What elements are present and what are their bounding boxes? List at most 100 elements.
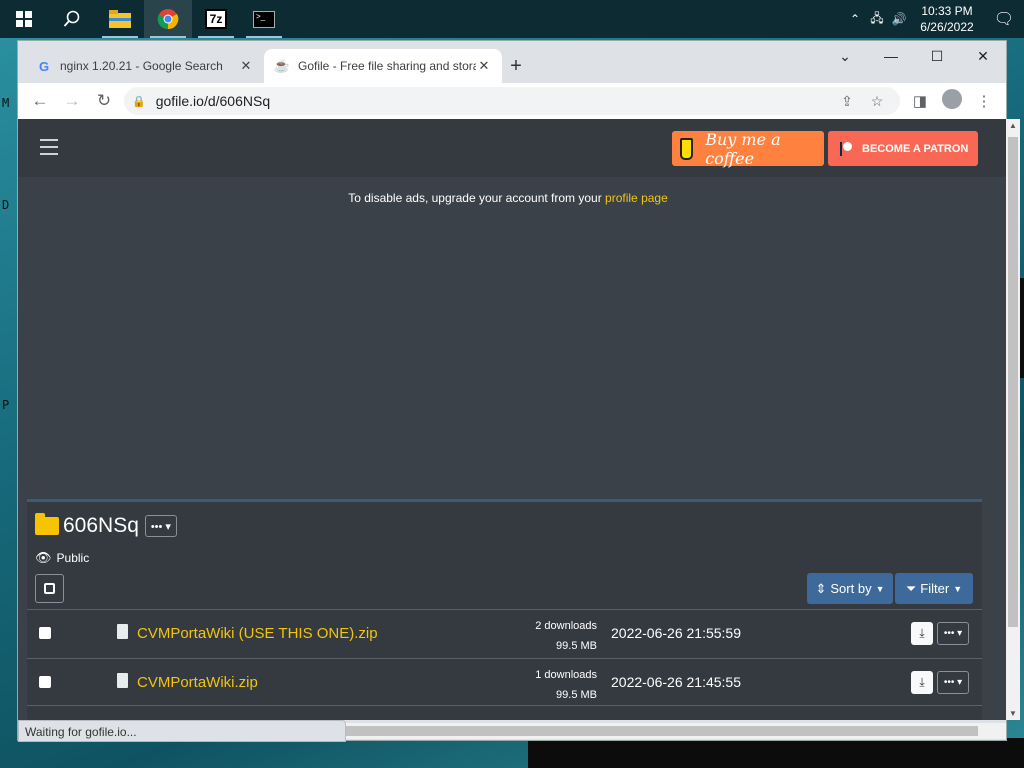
close-icon[interactable]: ✕ xyxy=(238,58,254,74)
notification-icon[interactable]: 🗨 xyxy=(984,9,1024,29)
download-icon: ⤓ xyxy=(919,626,925,640)
folder-icon xyxy=(109,10,131,28)
folder-header: 606NSq ••• ▾ xyxy=(35,513,177,538)
volume-icon[interactable]: 🔊 xyxy=(888,12,910,26)
file-size: 99.5 MB xyxy=(556,689,597,701)
bookmark-star-icon[interactable]: ☆ xyxy=(862,93,892,110)
forward-button[interactable]: → xyxy=(56,87,88,115)
tab-strip: G nginx 1.20.21 - Google Search ✕ ☕ Gofi… xyxy=(18,41,1006,83)
taskbar-chrome[interactable] xyxy=(144,0,192,38)
file-checkbox[interactable] xyxy=(39,676,51,688)
scroll-up-icon[interactable]: ▲ xyxy=(1006,121,1020,130)
file-checkbox[interactable] xyxy=(39,627,51,639)
file-options-button[interactable]: ••• ▾ xyxy=(937,671,969,694)
folder-card: 606NSq ••• ▾ 👁 Public ⇕ Sort by ▼ ⏷ Filt… xyxy=(27,499,982,720)
table-row: CVMPortaWiki.zip 1 downloads 99.5 MB 202… xyxy=(27,658,982,706)
back-button[interactable]: ← xyxy=(24,87,56,115)
file-zip-icon xyxy=(117,624,128,639)
visibility-label: Public xyxy=(56,551,90,565)
eye-icon: 👁 xyxy=(35,550,52,565)
desktop-text-fragment: D xyxy=(2,198,10,212)
buy-me-a-coffee-button[interactable]: Buy me a coffee xyxy=(672,129,824,168)
gofile-favicon-icon: ☕ xyxy=(273,58,291,73)
file-meta: 2 downloads 99.5 MB xyxy=(517,616,597,656)
download-button[interactable]: ⤓ xyxy=(911,622,933,645)
caret-down-icon: ▼ xyxy=(953,583,963,594)
google-icon: G xyxy=(38,58,50,74)
coffee-cup-icon xyxy=(680,137,694,160)
tab-title: Gofile - Free file sharing and storage xyxy=(298,59,476,73)
select-all-checkbox[interactable] xyxy=(35,574,64,603)
chevron-up-icon[interactable]: ⌃ xyxy=(844,12,866,26)
network-icon[interactable]: 🖧 xyxy=(866,9,888,30)
reload-button[interactable]: ↻ xyxy=(88,87,120,115)
taskbar-file-explorer[interactable] xyxy=(96,0,144,38)
hamburger-menu-icon[interactable] xyxy=(40,139,58,160)
chrome-window: G nginx 1.20.21 - Google Search ✕ ☕ Gofi… xyxy=(17,40,1020,742)
sort-by-button[interactable]: ⇕ Sort by ▼ xyxy=(807,573,893,604)
profile-avatar[interactable] xyxy=(936,89,968,113)
clock-time: 10:33 PM xyxy=(921,4,973,18)
folder-options-button[interactable]: ••• ▾ xyxy=(144,515,177,537)
file-size: 99.5 MB xyxy=(556,640,597,652)
side-panel-icon[interactable]: ◨ xyxy=(904,92,936,110)
taskbar: 7z >_ ⌃ 🖧 🔊 10:33 PM 6/26/2022 🗨 xyxy=(0,0,1024,38)
filter-icon: ⏷ xyxy=(905,580,917,596)
menu-kebab-icon[interactable]: ⋮ xyxy=(968,92,1000,110)
windows-icon xyxy=(16,11,32,27)
file-options-button[interactable]: ••• ▾ xyxy=(937,622,969,645)
page-content: Buy me a coffee BECOME A PATRON To disab… xyxy=(18,119,1006,720)
close-icon[interactable]: ✕ xyxy=(476,58,492,74)
scrollbar-thumb[interactable] xyxy=(1008,137,1018,627)
tab-google-search[interactable]: G nginx 1.20.21 - Google Search ✕ xyxy=(26,49,264,83)
lock-icon[interactable]: 🔒 xyxy=(132,95,146,108)
upload-date: 2022-06-26 21:45:55 xyxy=(611,674,741,690)
folder-name: 606NSq xyxy=(63,514,139,537)
folder-icon xyxy=(35,513,59,535)
background-terminal-window xyxy=(528,738,1024,768)
become-a-patron-button[interactable]: BECOME A PATRON xyxy=(828,131,978,166)
taskbar-terminal[interactable]: >_ xyxy=(240,0,288,38)
close-window-button[interactable]: ✕ xyxy=(960,41,1006,71)
tab-gofile[interactable]: ☕ Gofile - Free file sharing and storage… xyxy=(264,49,502,83)
search-icon xyxy=(63,10,80,27)
new-tab-button[interactable]: + xyxy=(502,49,530,83)
file-meta: 1 downloads 99.5 MB xyxy=(517,665,597,705)
share-icon[interactable]: ⇪ xyxy=(832,93,862,110)
start-button[interactable] xyxy=(0,0,48,38)
taskbar-7zip[interactable]: 7z xyxy=(192,0,240,38)
download-icon: ⤓ xyxy=(919,675,925,689)
maximize-button[interactable]: ☐ xyxy=(914,41,960,71)
scrollbar-thumb[interactable] xyxy=(338,726,978,736)
visibility-status: 👁 Public xyxy=(35,550,89,566)
file-zip-icon xyxy=(117,673,128,688)
clock[interactable]: 10:33 PM 6/26/2022 xyxy=(910,3,984,35)
address-bar[interactable]: 🔒 gofile.io/d/606NSq ⇪ ☆ xyxy=(124,87,900,115)
patron-label: BECOME A PATRON xyxy=(862,142,969,155)
filter-button[interactable]: ⏷ Filter ▼ xyxy=(895,573,973,604)
site-navbar: Buy me a coffee BECOME A PATRON xyxy=(18,119,1006,177)
file-name-link[interactable]: CVMPortaWiki.zip xyxy=(137,674,258,691)
search-button[interactable] xyxy=(48,0,96,38)
download-count: 2 downloads xyxy=(535,620,597,632)
sort-icon: ⇕ xyxy=(815,580,827,596)
scroll-down-icon[interactable]: ▼ xyxy=(1006,709,1020,718)
profile-page-link[interactable]: profile page xyxy=(605,191,668,205)
status-bubble: Waiting for gofile.io... xyxy=(18,720,346,742)
coffee-label: Buy me a coffee xyxy=(705,129,781,168)
ad-text: To disable ads, upgrade your account fro… xyxy=(348,191,606,205)
chrome-icon xyxy=(157,9,179,30)
url-text: gofile.io/d/606NSq xyxy=(155,93,271,109)
tab-search-icon[interactable]: ⌄ xyxy=(822,41,868,71)
file-name-link[interactable]: CVMPortaWiki (USE THIS ONE).zip xyxy=(137,625,378,642)
vertical-scrollbar[interactable]: ▲ ▼ xyxy=(1006,119,1020,720)
browser-toolbar: ← → ↻ 🔒 gofile.io/d/606NSq ⇪ ☆ ◨ ⋮ xyxy=(18,83,1006,119)
desktop-text-fragment: M xyxy=(2,96,10,110)
download-count: 1 downloads xyxy=(535,669,597,681)
filter-label: Filter xyxy=(920,581,950,596)
window-controls: ⌄ — ☐ ✕ xyxy=(822,41,1006,71)
ad-disable-message: To disable ads, upgrade your account fro… xyxy=(18,191,998,205)
download-button[interactable]: ⤓ xyxy=(911,671,933,694)
minimize-button[interactable]: — xyxy=(868,41,914,71)
tab-title: nginx 1.20.21 - Google Search xyxy=(60,59,223,73)
